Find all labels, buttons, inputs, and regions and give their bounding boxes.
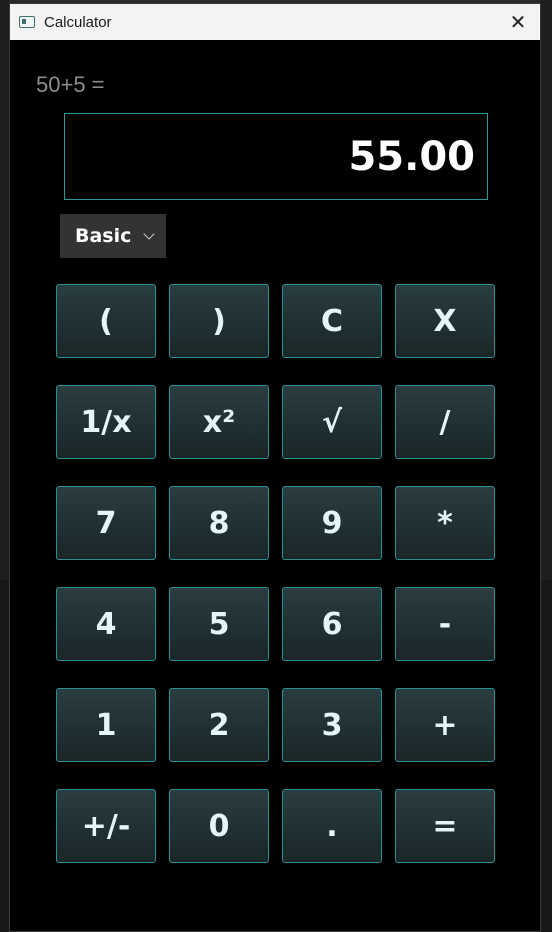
digit-8-button[interactable]: 8 — [169, 486, 269, 560]
open-paren-button[interactable]: ( — [56, 284, 156, 358]
multiply-button[interactable]: * — [395, 486, 495, 560]
sqrt-button[interactable]: √ — [282, 385, 382, 459]
decimal-button[interactable]: . — [282, 789, 382, 863]
digit-7-button[interactable]: 7 — [56, 486, 156, 560]
close-icon: ✕ — [509, 10, 527, 34]
digit-6-button[interactable]: 6 — [282, 587, 382, 661]
clear-button[interactable]: C — [282, 284, 382, 358]
digit-3-button[interactable]: 3 — [282, 688, 382, 762]
mode-selected-label: Basic — [75, 225, 132, 247]
digit-5-button[interactable]: 5 — [169, 587, 269, 661]
digit-9-button[interactable]: 9 — [282, 486, 382, 560]
reciprocal-button[interactable]: 1/x — [56, 385, 156, 459]
close-paren-button[interactable]: ) — [169, 284, 269, 358]
divide-button[interactable]: / — [395, 385, 495, 459]
close-button[interactable]: ✕ — [504, 8, 532, 36]
mode-dropdown[interactable]: Basic — [60, 214, 166, 258]
calculator-app-icon — [19, 16, 35, 28]
square-button[interactable]: x² — [169, 385, 269, 459]
digit-2-button[interactable]: 2 — [169, 688, 269, 762]
title-bar[interactable]: Calculator ✕ — [10, 4, 540, 40]
add-button[interactable]: + — [395, 688, 495, 762]
keypad: () C X 1/x x² √/ 7 8 9 * 4 5 6- 1 2 3 + +/- 0. = — [56, 284, 495, 863]
negate-button[interactable]: +/- — [56, 789, 156, 863]
digit-1-button[interactable]: 1 — [56, 688, 156, 762]
equals-button[interactable]: = — [395, 789, 495, 863]
result-value: 55.00 — [348, 133, 475, 180]
window-title: Calculator — [44, 13, 112, 31]
expression-history: 50+5 = — [36, 72, 105, 97]
calculator-window: Calculator ✕ 50+5 = 55.00 Basic () C X 1/x x… — [9, 3, 541, 932]
digit-0-button[interactable]: 0 — [169, 789, 269, 863]
subtract-button[interactable]: - — [395, 587, 495, 661]
chevron-down-icon — [143, 227, 156, 240]
result-display: 55.00 — [64, 113, 488, 200]
digit-4-button[interactable]: 4 — [56, 587, 156, 661]
delete-button[interactable]: X — [395, 284, 495, 358]
